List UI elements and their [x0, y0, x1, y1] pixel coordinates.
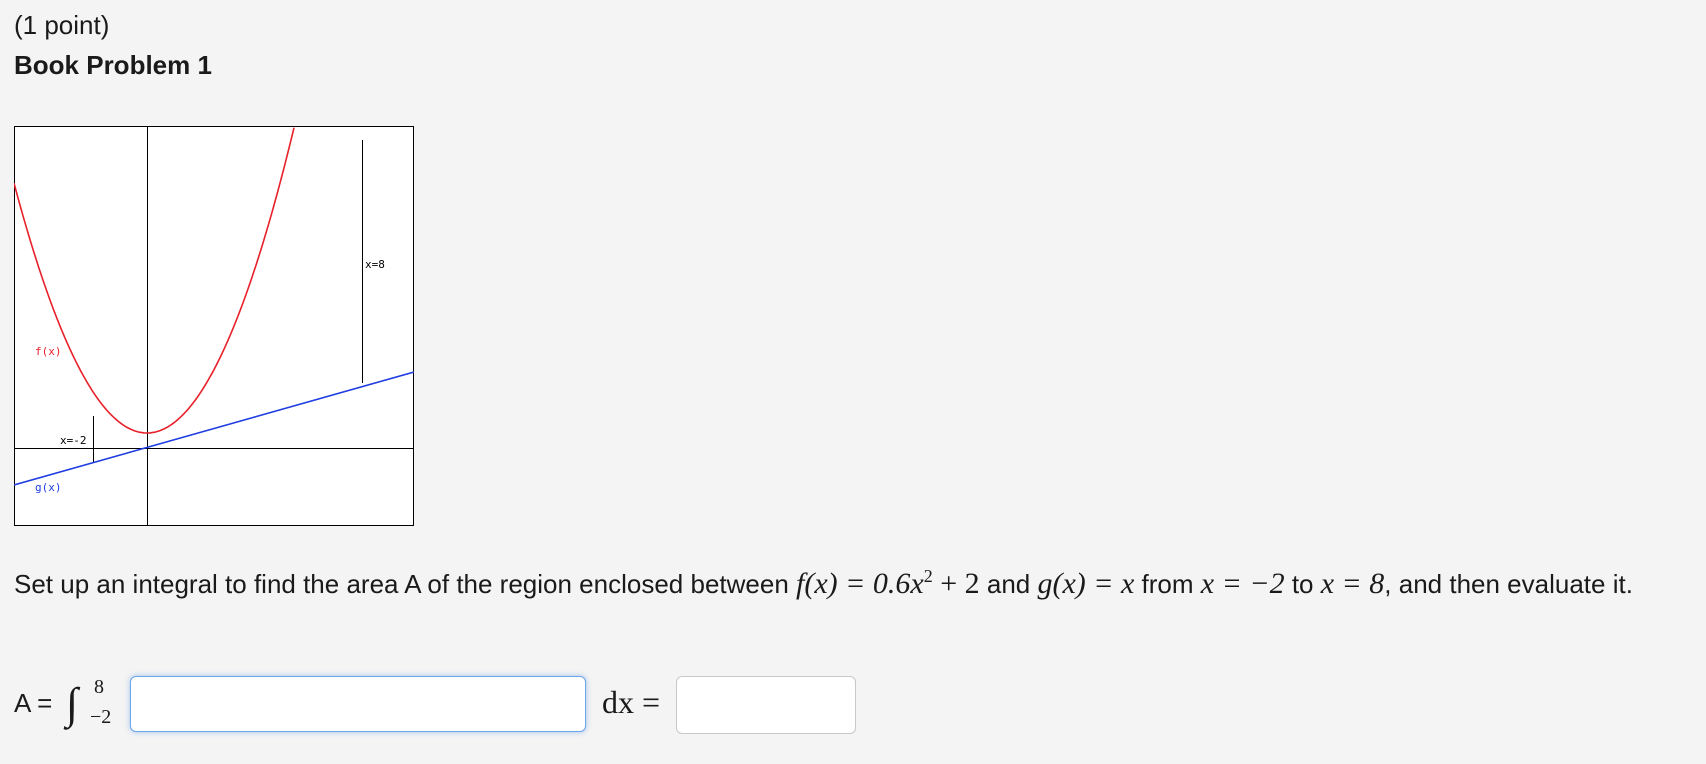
f-definition: f(x) = 0.6x — [796, 567, 924, 600]
question-outro: , and then evaluate it. — [1384, 569, 1633, 599]
answer-row: A = ∫ 8 −2 dx = — [14, 676, 914, 736]
area-graph: f(x) g(x) x=-2 x=8 — [14, 126, 414, 526]
to-text: to — [1284, 569, 1321, 599]
g-label: g(x) — [35, 481, 62, 494]
upper-bound: x = 8 — [1320, 567, 1385, 600]
area-label: A = — [14, 688, 53, 718]
integrand-input[interactable] — [130, 676, 586, 732]
f-label: f(x) — [35, 345, 62, 358]
lower-bound: x = −2 — [1200, 567, 1285, 600]
f-constant: + 2 — [932, 567, 980, 600]
points-label: (1 point) — [14, 10, 110, 40]
integral-sign: ∫ — [66, 679, 79, 728]
g-definition: g(x) = x — [1037, 567, 1135, 600]
result-input[interactable] — [676, 676, 856, 734]
right-bound-label: x=8 — [365, 258, 385, 271]
integral-upper-limit: 8 — [94, 676, 104, 698]
question-text: Set up an integral to find the area A of… — [14, 556, 1694, 604]
question-intro: Set up an integral to find the area A of… — [14, 569, 797, 599]
integral-symbol: ∫ 8 −2 — [66, 676, 126, 736]
left-bound-label: x=-2 — [60, 434, 87, 447]
from-text: from — [1134, 569, 1201, 599]
f-exponent: 2 — [923, 566, 933, 586]
problem-title: Book Problem 1 — [14, 50, 212, 80]
and-text: and — [979, 569, 1038, 599]
differential-label: dx = — [602, 684, 661, 720]
integral-lower-limit: −2 — [90, 706, 112, 728]
